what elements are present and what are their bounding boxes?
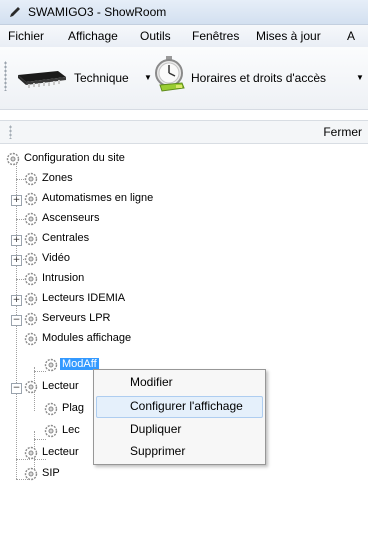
technique-button[interactable]: Technique ▼ [14,63,152,91]
toolbar-grip[interactable] [4,61,7,91]
title-bar: SWAMIGO3 - ShowRoom [0,0,368,25]
gear-icon [24,380,38,394]
gear-icon [24,192,38,206]
chip-icon [18,71,66,88]
pen-icon [10,7,20,17]
tree-item-label: SIP [42,467,60,479]
expand-icon[interactable]: + [11,295,22,306]
gear-icon [6,152,20,166]
menu-a[interactable]: A [347,29,355,43]
menu-fichier[interactable]: Fichier [8,29,44,43]
gear-icon [24,446,38,460]
chevron-down-icon[interactable]: ▼ [144,73,152,82]
panel-header: Fermer [0,120,368,144]
gear-icon [24,467,38,481]
menu-item-modifier[interactable]: Modifier [130,375,173,389]
gear-icon [24,212,38,226]
panel-grip[interactable] [9,125,12,139]
menu-fenetres[interactable]: Fenêtres [192,29,239,43]
tree-item-label: Lec [62,424,80,436]
technique-label: Technique [74,71,129,85]
stopwatch-key-icon [155,56,185,92]
tree-item-label: Plag [62,402,85,414]
expand-icon[interactable]: + [11,195,22,206]
chevron-down-icon[interactable]: ▼ [356,73,364,82]
tree-item-label: Lecteurs IDEMIA [42,292,126,304]
tree-line [34,439,46,440]
menu-outils[interactable]: Outils [140,29,171,43]
tree-item-label: Lecteur [42,380,79,392]
site-configuration-tree: + + + + − − Configuration du site Zones … [0,143,368,547]
expand-icon[interactable]: + [11,255,22,266]
tree-item-label: Zones [42,172,73,184]
gear-icon [24,172,38,186]
menu-affichage[interactable]: Affichage [68,29,118,43]
tree-item-label: Automatismes en ligne [42,192,154,204]
gear-icon [44,402,58,416]
toolbar: Technique ▼ Horaires et droits d'accès ▼ [0,47,368,110]
menu-item-supprimer[interactable]: Supprimer [130,444,185,458]
expand-icon[interactable]: − [11,383,22,394]
gear-icon [24,312,38,326]
close-button[interactable]: Fermer [323,125,362,139]
expand-icon[interactable]: + [11,235,22,246]
tree-item-label: Ascenseurs [42,212,100,224]
tree-root-label: Configuration du site [24,152,125,164]
tree-item-label: Lecteur [42,446,79,458]
menu-item-configurer-affichage[interactable]: Configurer l'affichage [130,399,243,413]
menu-item-dupliquer[interactable]: Dupliquer [130,422,181,436]
context-menu: Modifier Configurer l'affichage Duplique… [93,369,266,465]
gear-icon [24,252,38,266]
gear-icon [24,232,38,246]
gear-icon [44,424,58,438]
window-title: SWAMIGO3 - ShowRoom [28,5,167,19]
menu-bar: Fichier Affichage Outils Fenêtres Mises … [0,25,368,47]
tree-item-label: Intrusion [42,272,85,284]
gear-icon [44,358,58,372]
menu-mises-a-jour[interactable]: Mises à jour [256,29,321,43]
horaires-label: Horaires et droits d'accès [191,71,327,85]
horaires-button[interactable]: Horaires et droits d'accès ▼ [152,56,368,92]
gear-icon [24,272,38,286]
gear-icon [24,332,38,346]
tree-item-label: Serveurs LPR [42,312,111,324]
expand-icon[interactable]: − [11,315,22,326]
tree-item-label: Centrales [42,232,90,244]
gear-icon [24,292,38,306]
tree-item-label: Vidéo [42,252,70,264]
tree-item-label: Modules affichage [42,332,132,344]
